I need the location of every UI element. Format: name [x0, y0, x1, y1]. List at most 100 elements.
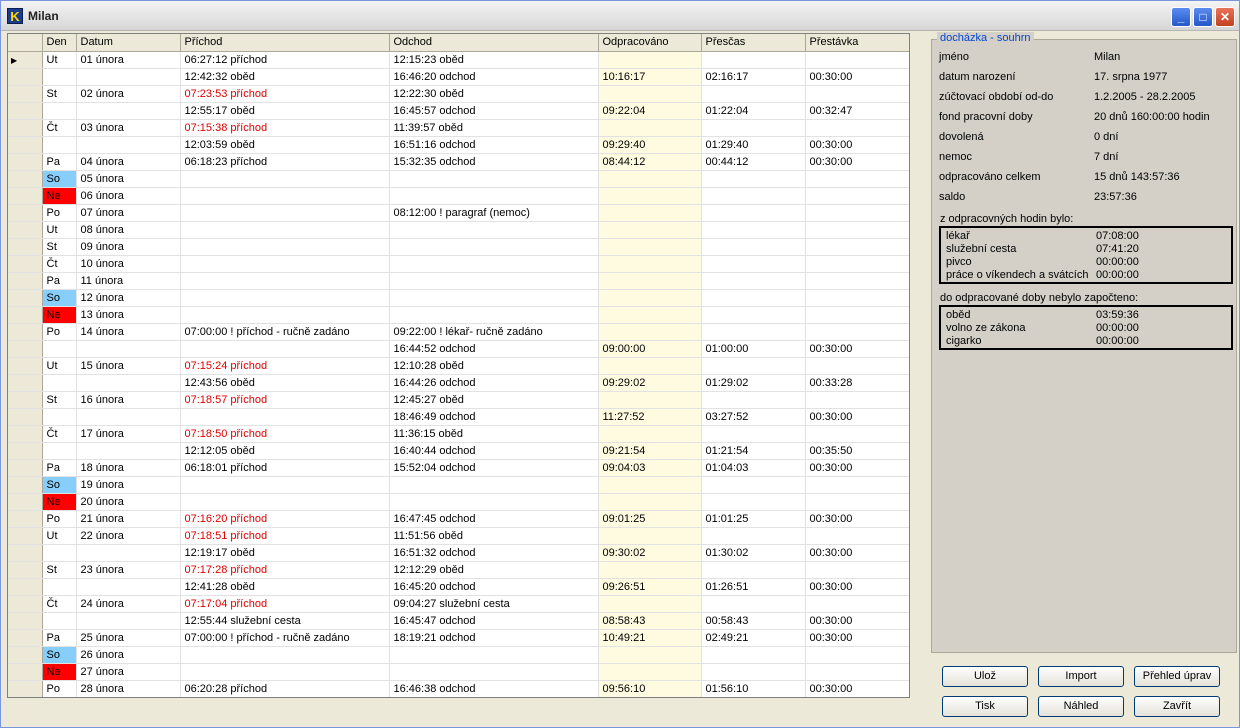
cell-prestavka[interactable]: 00:30:00 — [805, 459, 909, 477]
row-selector[interactable] — [8, 374, 43, 392]
cell-prichod[interactable] — [180, 306, 390, 324]
row-selector[interactable] — [8, 442, 43, 460]
cell-odchod[interactable]: 16:45:20 odchod — [389, 578, 599, 596]
cell-prichod[interactable]: 06:18:01 příchod — [180, 459, 390, 477]
cell-den[interactable]: Pa — [42, 272, 77, 290]
cell-prescas[interactable] — [701, 51, 806, 69]
cell-datum[interactable]: 19 února — [76, 476, 181, 494]
cell-den[interactable]: So — [42, 476, 77, 494]
table-row[interactable]: Ut 08 února — [8, 221, 909, 239]
row-selector[interactable] — [8, 119, 43, 137]
cell-den[interactable]: Ut — [42, 357, 77, 375]
table-row[interactable]: 12:55:44 služební cesta 16:45:47 odchod 08… — [8, 612, 909, 630]
cell-prescas[interactable] — [701, 238, 806, 256]
cell-den[interactable]: Čt — [42, 255, 77, 273]
cell-prestavka[interactable] — [805, 663, 909, 681]
cell-odchod[interactable]: 11:39:57 oběd — [389, 119, 599, 137]
cell-prestavka[interactable] — [805, 561, 909, 579]
cell-datum[interactable]: 18 února — [76, 459, 181, 477]
cell-den[interactable]: St — [42, 561, 77, 579]
cell-prestavka[interactable] — [805, 646, 909, 664]
header-odpracovano[interactable]: Odpracováno — [598, 34, 702, 52]
changes-overview-button[interactable]: Přehled úprav — [1134, 666, 1220, 687]
cell-odpracovano[interactable]: 09:26:51 — [598, 578, 702, 596]
table-row[interactable]: 12:43:56 oběd 16:44:26 odchod 09:29:02 01:2… — [8, 374, 909, 392]
cell-den[interactable]: Pa — [42, 153, 77, 171]
cell-prescas[interactable] — [701, 323, 806, 341]
row-selector[interactable] — [8, 238, 43, 256]
cell-den[interactable] — [42, 612, 77, 630]
cell-prestavka[interactable]: 00:30:00 — [805, 68, 909, 86]
cell-den[interactable]: Ne — [42, 663, 77, 681]
row-selector[interactable] — [8, 425, 43, 443]
cell-odchod[interactable] — [389, 272, 599, 290]
cell-prescas[interactable] — [701, 595, 806, 613]
cell-odchod[interactable]: 11:51:56 oběd — [389, 527, 599, 545]
cell-datum[interactable]: 17 února — [76, 425, 181, 443]
cell-odpracovano[interactable]: 09:21:54 — [598, 442, 702, 460]
cell-prestavka[interactable] — [805, 170, 909, 188]
cell-odpracovano[interactable] — [598, 663, 702, 681]
cell-prescas[interactable]: 00:44:12 — [701, 153, 806, 171]
cell-odpracovano[interactable] — [598, 51, 702, 69]
table-row[interactable]: Pa 25 února 07:00:00 ! příchod - ručně zad… — [8, 629, 909, 647]
cell-odpracovano[interactable]: 09:29:40 — [598, 136, 702, 154]
cell-prichod[interactable]: 07:18:51 příchod — [180, 527, 390, 545]
cell-odchod[interactable]: 12:10:28 oběd — [389, 357, 599, 375]
table-row[interactable]: Pa 18 února 06:18:01 příchod 15:52:04 odcho… — [8, 459, 909, 477]
cell-prichod[interactable] — [180, 221, 390, 239]
row-selector[interactable] — [8, 272, 43, 290]
cell-prestavka[interactable] — [805, 119, 909, 137]
table-row[interactable]: Po 28 února 06:20:28 příchod 16:46:38 odcho… — [8, 680, 909, 697]
row-selector[interactable] — [8, 187, 43, 205]
cell-prescas[interactable] — [701, 391, 806, 409]
table-row[interactable]: Čt 17 února 07:18:50 příchod 11:36:15 oběd — [8, 425, 909, 443]
table-row[interactable]: 12:19:17 oběd 16:51:32 odchod 09:30:02 01:3… — [8, 544, 909, 562]
cell-datum[interactable]: 15 února — [76, 357, 181, 375]
cell-den[interactable]: St — [42, 391, 77, 409]
cell-prichod[interactable] — [180, 187, 390, 205]
cell-odchod[interactable]: 12:12:29 oběd — [389, 561, 599, 579]
cell-prestavka[interactable]: 00:32:47 — [805, 102, 909, 120]
cell-prescas[interactable]: 01:29:02 — [701, 374, 806, 392]
table-row[interactable]: Po 21 února 07:16:20 příchod 16:47:45 odcho… — [8, 510, 909, 528]
table-row[interactable]: Po 07 února 08:12:00 ! paragraf (nemoc) — [8, 204, 909, 222]
header-datum[interactable]: Datum — [76, 34, 181, 52]
cell-datum[interactable]: 13 února — [76, 306, 181, 324]
table-row[interactable]: So 12 února — [8, 289, 909, 307]
row-selector[interactable] — [8, 527, 43, 545]
table-row[interactable]: ▶ Ut 01 února 06:27:12 příchod 12:15:23 oběd — [8, 51, 909, 69]
cell-den[interactable] — [42, 544, 77, 562]
cell-odpracovano[interactable] — [598, 85, 702, 103]
cell-prestavka[interactable]: 00:30:00 — [805, 680, 909, 697]
cell-odpracovano[interactable]: 11:27:52 — [598, 408, 702, 426]
cell-odpracovano[interactable] — [598, 187, 702, 205]
cell-prestavka[interactable] — [805, 527, 909, 545]
cell-odpracovano[interactable]: 09:01:25 — [598, 510, 702, 528]
table-row[interactable]: Čt 24 února 07:17:04 příchod 09:04:27 služe… — [8, 595, 909, 613]
cell-prestavka[interactable] — [805, 204, 909, 222]
cell-den[interactable]: Ut — [42, 51, 77, 69]
cell-odpracovano[interactable]: 10:16:17 — [598, 68, 702, 86]
cell-prescas[interactable] — [701, 646, 806, 664]
cell-datum[interactable] — [76, 578, 181, 596]
cell-prichod[interactable] — [180, 289, 390, 307]
cell-odpracovano[interactable]: 09:56:10 — [598, 680, 702, 697]
cell-odchod[interactable]: 16:40:44 odchod — [389, 442, 599, 460]
cell-den[interactable] — [42, 340, 77, 358]
row-selector[interactable] — [8, 323, 43, 341]
cell-prichod[interactable] — [180, 238, 390, 256]
table-row[interactable]: Ut 22 února 07:18:51 příchod 11:51:56 oběd — [8, 527, 909, 545]
cell-odpracovano[interactable] — [598, 493, 702, 511]
header-den[interactable]: Den — [42, 34, 77, 52]
table-row[interactable]: St 02 února 07:23:53 příchod 12:22:30 oběd — [8, 85, 909, 103]
cell-prescas[interactable] — [701, 221, 806, 239]
cell-prestavka[interactable] — [805, 493, 909, 511]
cell-datum[interactable]: 03 února — [76, 119, 181, 137]
cell-prescas[interactable]: 01:30:02 — [701, 544, 806, 562]
cell-prescas[interactable] — [701, 306, 806, 324]
cell-prestavka[interactable] — [805, 85, 909, 103]
cell-odchod[interactable]: 11:36:15 oběd — [389, 425, 599, 443]
cell-prestavka[interactable] — [805, 306, 909, 324]
cell-odchod[interactable]: 12:15:23 oběd — [389, 51, 599, 69]
